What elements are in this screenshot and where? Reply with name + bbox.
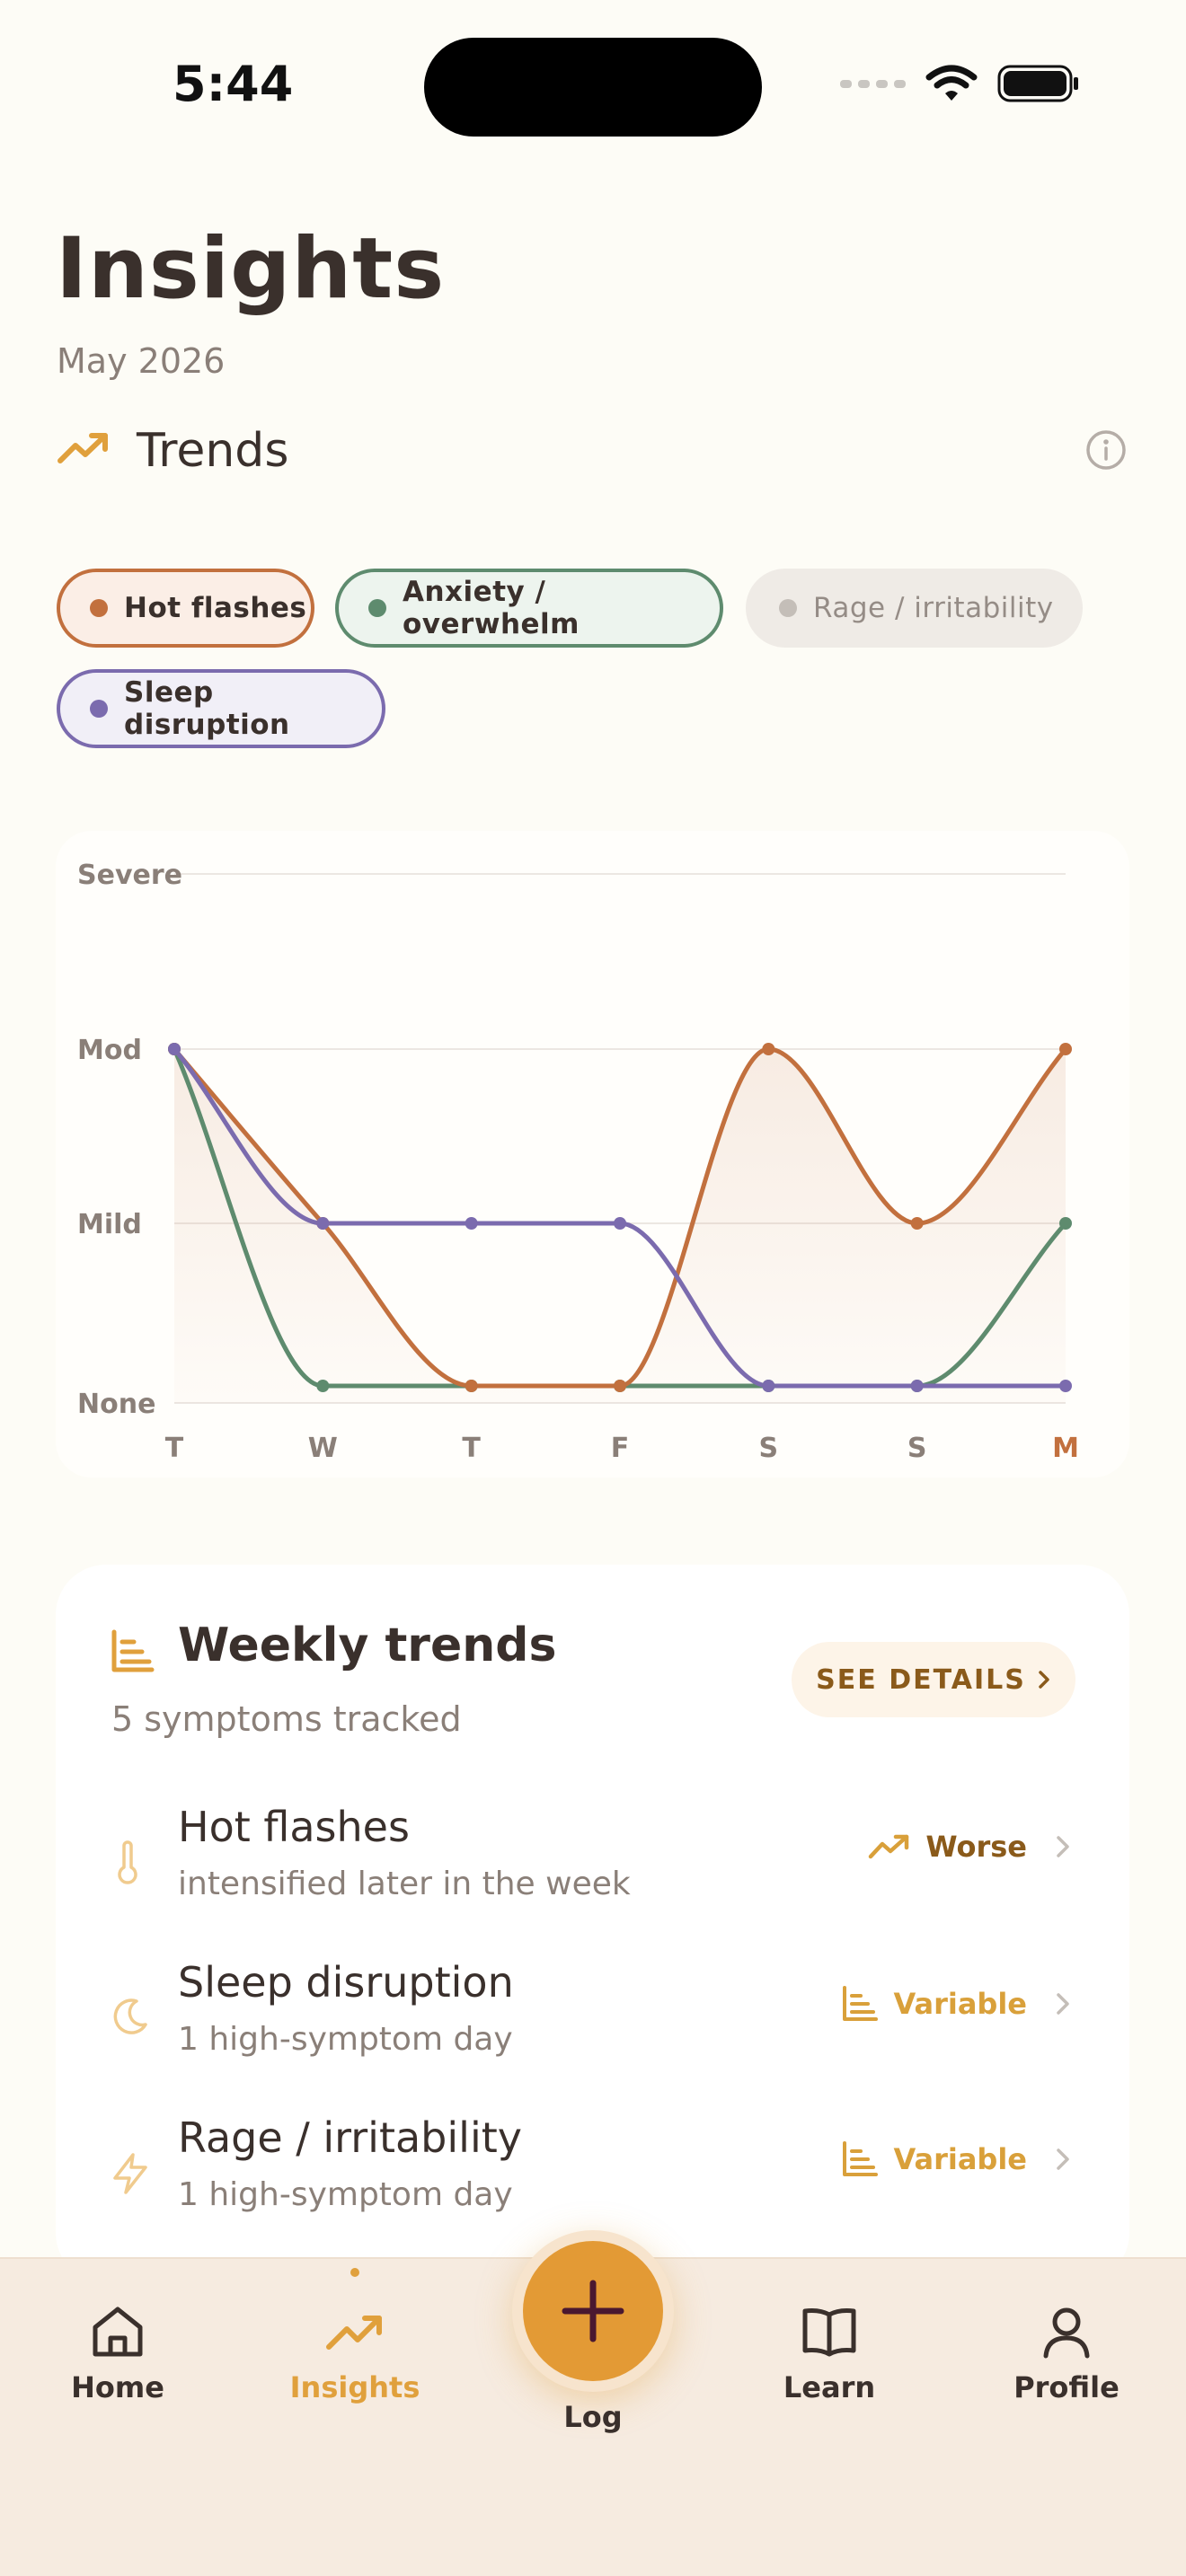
data-point [762,1380,775,1392]
weekly-trends-subtitle: 5 symptoms tracked [111,1699,462,1739]
see-details-button[interactable]: SEE DETAILS [792,1642,1075,1717]
row-title: Hot flashes [178,1803,410,1851]
x-tick-label: S [759,1433,779,1464]
data-point [465,1217,478,1230]
status-worse: Worse [868,1830,1075,1864]
info-icon[interactable] [1085,429,1127,471]
chip-label: Rage / irritability [813,592,1054,624]
active-tab-indicator [350,2268,359,2277]
x-tick-label: S [907,1433,927,1464]
trends-header: Trends [58,422,1127,478]
data-point [316,1217,330,1230]
tab-label: Profile [1013,2370,1120,2404]
chip-color-dot [90,599,108,617]
row-subtitle: 1 high-symptom day [178,2021,513,2058]
bar-chart-icon [111,1629,155,1672]
weekly-row-sleep[interactable]: Sleep disruption 1 high-symptom day Vari… [56,1958,1129,2093]
bar-chart-icon [843,1986,879,2021]
chevron-right-icon [1039,1671,1049,1689]
weekly-trends-title: Weekly trends [178,1619,557,1672]
data-point [614,1217,626,1230]
chip-hot-flashes[interactable]: Hot flashes [57,569,314,648]
chip-label: Hot flashes [124,592,307,624]
trend-up-icon [58,433,108,463]
row-title: Sleep disruption [178,1958,514,2007]
y-tick-label: Severe [77,860,182,891]
y-tick-label: None [77,1389,155,1420]
bar-chart-icon [843,2141,879,2176]
tab-label: Learn [783,2370,876,2404]
data-point [910,1217,924,1230]
see-details-label: SEE DETAILS [816,1663,1026,1696]
book-icon [802,2308,856,2357]
tab-label: Home [71,2370,164,2404]
thermometer-icon [118,1840,137,1884]
data-point [465,1380,478,1392]
chevron-right-icon [1057,1836,1069,1857]
status-label: Variable [893,2142,1027,2176]
person-icon [1043,2307,1090,2359]
y-tick-label: Mod [77,1035,142,1066]
row-subtitle: 1 high-symptom day [178,2176,513,2213]
tab-label: Insights [289,2370,420,2404]
data-point [1059,1217,1072,1230]
cellular-signal-icon [840,79,906,88]
tab-log-label: Log [563,2400,623,2434]
chip-rage[interactable]: Rage / irritability [746,569,1083,648]
row-title: Rage / irritability [178,2113,522,2162]
tab-home[interactable]: Home [28,2302,208,2404]
chip-label: Sleep disruption [124,676,290,741]
y-tick-label: Mild [77,1209,142,1240]
trends-line-chart: None Mild Mod Severe T W T F S S M [77,860,1079,1464]
weekly-trends-card: Weekly trends 5 symptoms tracked SEE DET… [56,1565,1129,2283]
status-label: Variable [893,1987,1027,2021]
chip-sleep[interactable]: Sleep disruption [57,669,385,748]
data-point [1059,1043,1072,1055]
status-variable: Variable [841,1985,1075,2023]
x-tick-label: M [1052,1433,1079,1464]
data-point [614,1380,626,1392]
trends-label: Trends [137,424,289,478]
chevron-right-icon [1057,2148,1069,2170]
chip-anxiety[interactable]: Anxiety / overwhelm [335,569,723,648]
chip-color-dot [779,599,797,617]
x-tick-label: T [462,1433,481,1464]
page-title: Insights [56,220,446,318]
data-point [168,1043,181,1055]
status-variable: Variable [841,2140,1075,2178]
page-subtitle: May 2026 [57,341,226,381]
x-tick-label: F [611,1433,630,1464]
row-subtitle: intensified later in the week [178,1866,631,1902]
battery-icon [997,65,1078,102]
status-icons [840,65,1080,102]
chevron-right-icon [1057,1993,1069,2015]
lightning-icon [113,2153,147,2194]
chip-color-dot [368,599,386,617]
tab-learn[interactable]: Learn [739,2302,919,2404]
data-point [762,1043,775,1055]
trends-chart-card: None Mild Mod Severe T W T F S S M [56,831,1129,1478]
data-point [910,1380,924,1392]
chip-color-dot [90,700,108,718]
x-tick-label: W [308,1433,338,1464]
data-point [316,1380,330,1392]
weekly-row-rage[interactable]: Rage / irritability 1 high-symptom day V… [56,2113,1129,2248]
weekly-row-hot-flashes[interactable]: Hot flashes intensified later in the wee… [56,1803,1129,1937]
data-point [1059,1380,1072,1392]
plus-icon [562,2280,624,2342]
dynamic-island [424,38,762,137]
home-icon [93,2307,143,2357]
log-button[interactable] [523,2241,663,2381]
x-tick-label: T [165,1433,184,1464]
status-label: Worse [925,1830,1027,1864]
status-time: 5:44 [173,56,294,112]
trend-up-icon [326,2316,382,2350]
trend-up-icon [869,1834,909,1859]
moon-icon [113,1998,147,2034]
wifi-icon [925,65,978,101]
chip-label: Anxiety / overwhelm [403,576,580,640]
tab-insights[interactable]: Insights [265,2302,445,2404]
tab-profile[interactable]: Profile [977,2302,1156,2404]
